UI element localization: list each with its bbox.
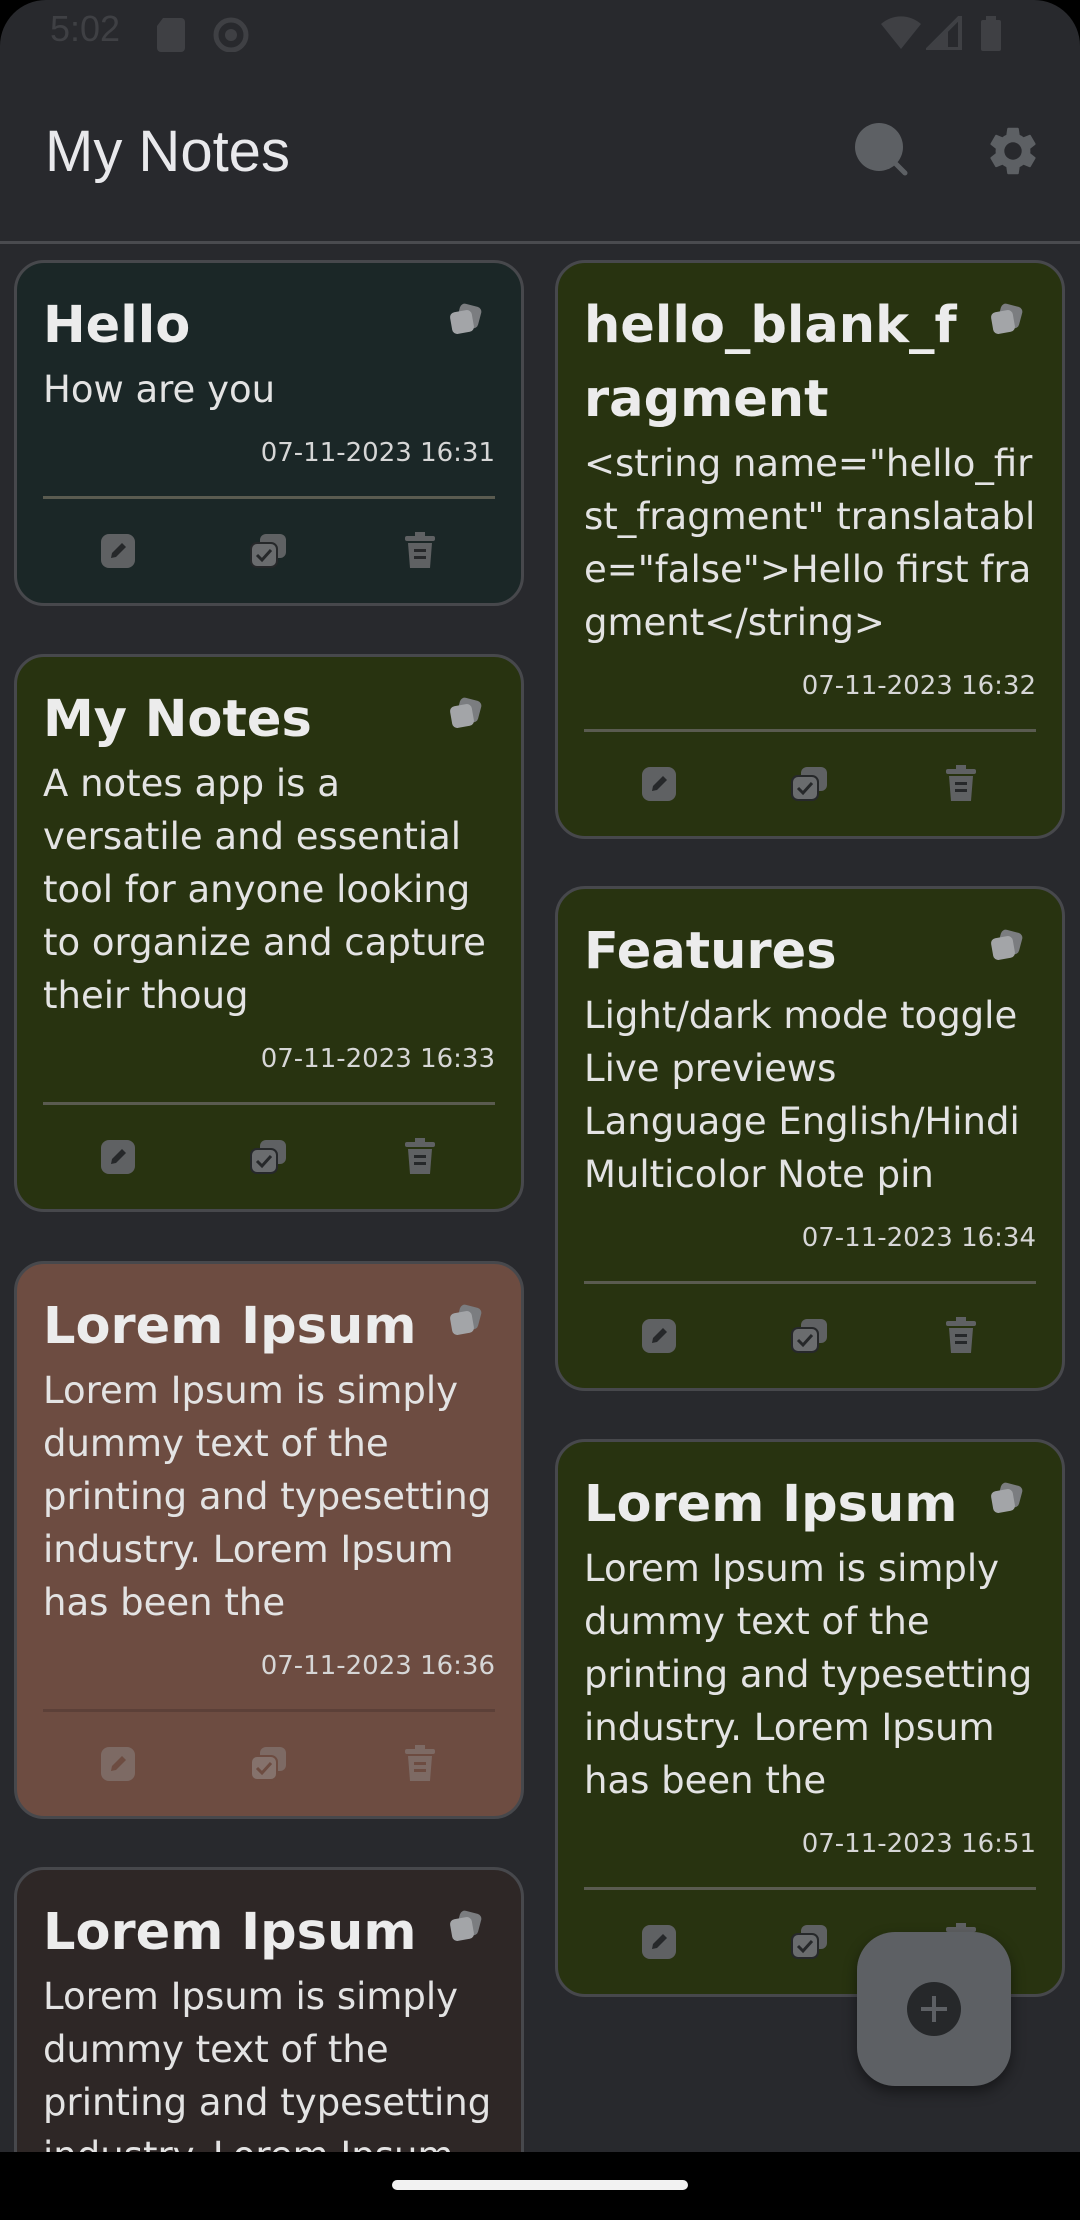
search-icon bbox=[855, 123, 908, 176]
copy-icon bbox=[249, 534, 286, 568]
copy-icon bbox=[249, 1140, 286, 1174]
delete-icon bbox=[945, 1317, 976, 1353]
search-button[interactable] bbox=[838, 106, 928, 196]
copy-icon bbox=[249, 1747, 286, 1781]
edit-icon bbox=[101, 1747, 136, 1781]
delete-button[interactable] bbox=[398, 1135, 442, 1179]
pin-icon[interactable] bbox=[990, 929, 1024, 963]
note-title: My Notes bbox=[43, 690, 312, 749]
edit-button[interactable] bbox=[637, 762, 681, 806]
note-date: 07-11-2023 16:33 bbox=[260, 1044, 495, 1074]
delete-button[interactable] bbox=[939, 762, 983, 806]
note-body-line: Multicolor Note pin bbox=[584, 1153, 934, 1196]
notes-grid: Hello How are you 07-11-2023 16:31 hello… bbox=[0, 244, 1080, 2152]
android-debug-icon bbox=[213, 17, 249, 52]
pin-icon[interactable] bbox=[449, 1910, 483, 1944]
note-title: Lorem Ipsum bbox=[43, 1903, 417, 1962]
note-actions bbox=[43, 1105, 495, 1209]
note-body: Lorem Ipsum is simply dummy text of the … bbox=[43, 1369, 492, 1624]
note-body: <string name="hello_first_fragment" tran… bbox=[584, 442, 1036, 644]
status-bar: 5:02 bbox=[0, 0, 1080, 66]
edit-button[interactable] bbox=[96, 529, 140, 573]
note-card[interactable]: Hello How are you 07-11-2023 16:31 bbox=[14, 260, 524, 606]
add-icon bbox=[907, 1982, 961, 2036]
note-card[interactable]: hello_blank_fragment <string name="hello… bbox=[555, 260, 1065, 839]
wifi-icon bbox=[881, 16, 921, 49]
note-card[interactable]: Features Light/dark mode toggle Live pre… bbox=[555, 886, 1065, 1391]
note-date: 07-11-2023 16:31 bbox=[260, 438, 495, 468]
app-bar: My Notes bbox=[0, 66, 1080, 241]
app-title: My Notes bbox=[45, 119, 290, 184]
pin-icon[interactable] bbox=[990, 303, 1024, 337]
copy-icon bbox=[790, 767, 827, 801]
edit-icon bbox=[642, 1925, 677, 1959]
note-card[interactable]: Lorem Ipsum Lorem Ipsum is simply dummy … bbox=[555, 1439, 1065, 1997]
copy-icon bbox=[790, 1319, 827, 1353]
note-actions bbox=[584, 1284, 1036, 1388]
copy-icon bbox=[790, 1925, 827, 1959]
navigation-bar bbox=[0, 2152, 1080, 2220]
note-body: Lorem Ipsum is simply dummy text of the … bbox=[43, 1975, 492, 2152]
copy-button[interactable] bbox=[788, 1920, 832, 1964]
note-body: Light/dark mode toggle Live previews Lan… bbox=[584, 989, 1036, 1201]
note-body-line: Language English/Hindi bbox=[584, 1100, 1020, 1143]
delete-icon bbox=[945, 765, 976, 801]
delete-icon bbox=[404, 532, 435, 568]
copy-button[interactable] bbox=[247, 529, 291, 573]
delete-icon bbox=[404, 1138, 435, 1174]
sd-card-icon bbox=[157, 18, 185, 52]
note-body-line: Light/dark mode toggle bbox=[584, 994, 1018, 1037]
edit-icon bbox=[642, 1319, 677, 1353]
gear-icon bbox=[990, 127, 1036, 175]
pin-icon[interactable] bbox=[990, 1482, 1024, 1516]
note-card[interactable]: Lorem Ipsum Lorem Ipsum is simply dummy … bbox=[14, 1261, 524, 1819]
battery-icon bbox=[981, 16, 1001, 51]
delete-button[interactable] bbox=[398, 529, 442, 573]
cellular-icon bbox=[926, 16, 962, 50]
edit-button[interactable] bbox=[96, 1742, 140, 1786]
note-body: Lorem Ipsum is simply dummy text of the … bbox=[584, 1547, 1033, 1802]
pin-icon[interactable] bbox=[449, 303, 483, 337]
note-title: hello_blank_fragment bbox=[584, 296, 957, 429]
note-body: A notes app is a versatile and essential… bbox=[43, 762, 486, 1017]
note-body-line: Live previews bbox=[584, 1047, 837, 1090]
note-date: 07-11-2023 16:36 bbox=[260, 1651, 495, 1681]
home-gesture-handle[interactable] bbox=[392, 2180, 688, 2190]
edit-button[interactable] bbox=[637, 1920, 681, 1964]
note-date: 07-11-2023 16:51 bbox=[801, 1829, 1036, 1859]
edit-icon bbox=[101, 1140, 136, 1174]
note-card[interactable]: My Notes A notes app is a versatile and … bbox=[14, 654, 524, 1212]
add-note-button[interactable] bbox=[857, 1932, 1011, 2086]
copy-button[interactable] bbox=[788, 762, 832, 806]
edit-button[interactable] bbox=[637, 1314, 681, 1358]
note-actions bbox=[584, 732, 1036, 836]
edit-icon bbox=[101, 534, 136, 568]
note-card[interactable]: Lorem Ipsum Lorem Ipsum is simply dummy … bbox=[14, 1867, 524, 2152]
copy-button[interactable] bbox=[788, 1314, 832, 1358]
copy-button[interactable] bbox=[247, 1135, 291, 1179]
app-screen: 5:02 My Notes Hello How are you 07-11-20… bbox=[0, 0, 1080, 2220]
delete-button[interactable] bbox=[398, 1742, 442, 1786]
pin-icon[interactable] bbox=[449, 1304, 483, 1338]
edit-icon bbox=[642, 767, 677, 801]
note-title: Lorem Ipsum bbox=[584, 1475, 958, 1534]
settings-button[interactable] bbox=[968, 106, 1058, 196]
edit-button[interactable] bbox=[96, 1135, 140, 1179]
copy-button[interactable] bbox=[247, 1742, 291, 1786]
note-actions bbox=[43, 1712, 495, 1816]
delete-button[interactable] bbox=[939, 1314, 983, 1358]
delete-icon bbox=[404, 1745, 435, 1781]
note-actions bbox=[43, 499, 495, 603]
note-title: Features bbox=[584, 922, 837, 981]
note-title: Lorem Ipsum bbox=[43, 1297, 417, 1356]
pin-icon[interactable] bbox=[449, 697, 483, 731]
note-title: Hello bbox=[43, 296, 191, 355]
status-time: 5:02 bbox=[50, 8, 121, 49]
note-body: How are you bbox=[43, 368, 276, 411]
note-date: 07-11-2023 16:32 bbox=[801, 671, 1036, 701]
note-date: 07-11-2023 16:34 bbox=[801, 1223, 1036, 1253]
